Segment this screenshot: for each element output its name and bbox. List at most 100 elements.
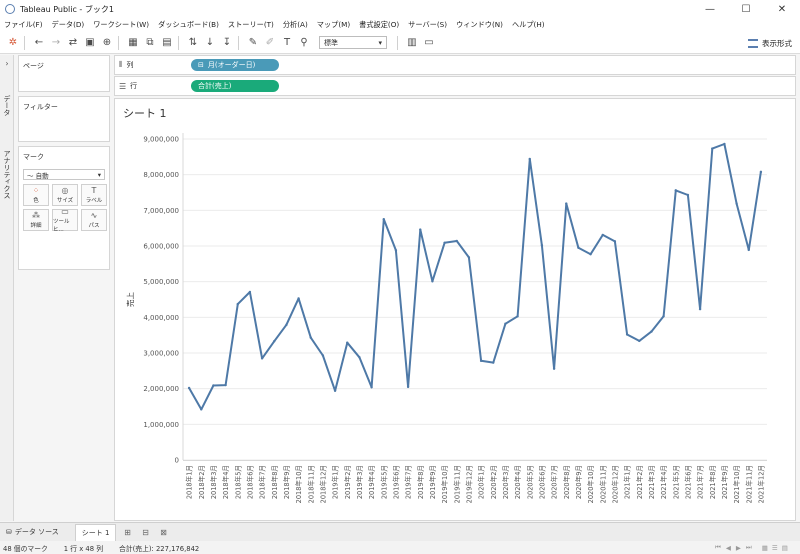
toolbar: ✲ ← → ⇄ ▣ ⊕ ▦ ⧉ ▤ ⇅ ↓ ↧ ✎ ✐ T ⚲ 標準 ▾ ▥ ▭… xyxy=(0,32,800,54)
data-point xyxy=(516,315,519,318)
sort-descending-icon[interactable]: ↧ xyxy=(220,35,234,51)
fix-axes-icon[interactable]: ⚲ xyxy=(297,35,311,51)
marks-label-button[interactable]: T ラベル xyxy=(81,184,107,206)
menu-worksheet[interactable]: ワークシート(W) xyxy=(93,20,149,30)
rows-pill-label: 合計(売上) xyxy=(198,82,232,90)
list-view-icon[interactable]: ☰ xyxy=(772,544,778,552)
menu-format[interactable]: 書式設定(O) xyxy=(359,20,399,30)
x-tick-label: 2018年2月 xyxy=(197,465,206,499)
filters-shelf[interactable]: フィルター xyxy=(18,96,110,142)
y-tick-label: 8,000,000 xyxy=(143,171,179,179)
columns-icon: ⦀ xyxy=(119,60,123,69)
tab-analytics[interactable]: アナリティクス xyxy=(0,150,14,199)
save-icon[interactable]: ▣ xyxy=(83,35,97,51)
menu-file[interactable]: ファイル(F) xyxy=(4,20,43,30)
data-point xyxy=(479,359,483,363)
menu-story[interactable]: ストーリー(T) xyxy=(228,20,274,30)
menu-map[interactable]: マップ(M) xyxy=(317,20,350,30)
first-page-icon[interactable]: ⏮ xyxy=(715,543,721,552)
marks-card: マーク 〜 自動 ▾ ⁘ 色 ◎ サイズ T ラベル ⁂ 詳細 ▭ ツールヒ... ∿ パス xyxy=(18,146,110,270)
data-point xyxy=(346,341,349,344)
redo-icon[interactable]: → xyxy=(49,35,63,51)
group-icon[interactable]: ✐ xyxy=(263,35,277,51)
show-me-button[interactable]: 表示形式 xyxy=(748,35,792,51)
y-axis-title: 売上 xyxy=(125,292,135,307)
clear-sheet-icon[interactable]: ▤ xyxy=(160,35,174,51)
menu-data[interactable]: データ(D) xyxy=(52,20,85,30)
expand-chevron-icon[interactable]: › xyxy=(0,59,14,68)
tab-data[interactable]: データ xyxy=(0,95,14,116)
maximize-button[interactable]: ☐ xyxy=(728,0,764,18)
duplicate-sheet-icon[interactable]: ⧉ xyxy=(143,35,157,51)
line-chart[interactable]: 0 1,000,000 2,000,000 3,000,000 4,000,000 5,0… xyxy=(115,99,797,522)
rows-pill[interactable]: 合計(売上) xyxy=(191,80,279,92)
new-worksheet-tab-icon[interactable]: ⊞ xyxy=(120,525,134,539)
columns-pill-label: 月(オーダー日) xyxy=(207,61,256,69)
tableau-home-icon[interactable]: ✲ xyxy=(6,35,20,51)
pages-shelf[interactable]: ページ xyxy=(18,55,110,92)
tab-sheet-1[interactable]: シート 1 xyxy=(74,523,117,541)
data-point xyxy=(236,302,239,306)
data-point xyxy=(613,240,617,243)
menu-dashboard[interactable]: ダッシュボード(B) xyxy=(158,20,219,30)
new-story-tab-icon[interactable]: ⊠ xyxy=(156,525,170,539)
tab-sheet-1-label: シート 1 xyxy=(81,528,110,537)
new-worksheet-icon[interactable]: ▦ xyxy=(126,35,140,51)
show-cards-icon[interactable]: ▥ xyxy=(405,35,419,51)
last-page-icon[interactable]: ⏭ xyxy=(746,543,752,552)
x-tick-label: 2019年3月 xyxy=(355,465,364,499)
new-datasource-icon[interactable]: ⊕ xyxy=(100,35,114,51)
columns-pill[interactable]: ⊟ 月(オーダー日) xyxy=(191,59,279,71)
next-page-icon[interactable]: ▶ xyxy=(736,544,741,552)
x-tick-label: 2019年5月 xyxy=(379,465,388,499)
menu-analysis[interactable]: 分析(A) xyxy=(283,20,308,30)
x-tick-label: 2019年1月 xyxy=(331,465,340,499)
data-point xyxy=(625,333,629,336)
close-button[interactable]: ✕ xyxy=(764,0,800,18)
tab-datasource[interactable]: ⛁ データ ソース xyxy=(0,524,65,541)
x-tick-label: 2018年8月 xyxy=(270,465,279,499)
tile-view-icon[interactable]: ▤ xyxy=(782,544,788,552)
marks-path-button[interactable]: ∿ パス xyxy=(81,209,107,231)
data-point xyxy=(650,330,653,333)
data-point xyxy=(735,202,738,205)
menu-help[interactable]: ヘルプ(H) xyxy=(512,20,545,30)
tab-data-label: データ xyxy=(3,95,11,116)
new-dashboard-tab-icon[interactable]: ⊟ xyxy=(138,525,152,539)
prev-page-icon[interactable]: ◀ xyxy=(726,544,731,552)
presentation-mode-icon[interactable]: ▭ xyxy=(422,35,436,51)
data-point xyxy=(431,280,434,283)
swap-icon[interactable]: ⇄ xyxy=(66,35,80,51)
columns-shelf[interactable]: ⦀ 列 ⊟ 月(オーダー日) xyxy=(114,55,796,75)
detail-icon: ⁂ xyxy=(32,211,40,220)
x-tick-label: 2019年6月 xyxy=(391,465,400,499)
y-tick-label: 1,000,000 xyxy=(143,421,179,429)
marks-color-button[interactable]: ⁘ 色 xyxy=(23,184,49,206)
show-labels-icon[interactable]: T xyxy=(280,35,294,51)
menu-window[interactable]: ウィンドウ(N) xyxy=(456,20,503,30)
grid-view-icon[interactable]: ▦ xyxy=(762,544,768,552)
status-nav-controls: ⏮ ◀ ▶ ⏭ ▦ ☰ ▤ xyxy=(715,541,788,554)
view-canvas: シート 1 0 1,000,000 2,000,000 3,000,000 4,000,… xyxy=(114,98,796,521)
pages-shelf-title: ページ xyxy=(23,62,44,70)
rows-shelf[interactable]: ☰ 行 合計(売上) xyxy=(114,76,796,96)
x-tick-label: 2021年9月 xyxy=(720,465,729,499)
sort-ascending-icon[interactable]: ↓ xyxy=(203,35,217,51)
data-point xyxy=(370,386,373,389)
chevron-down-icon: ▾ xyxy=(97,170,101,179)
swap-rows-columns-icon[interactable]: ⇅ xyxy=(186,35,200,51)
marks-tooltip-button[interactable]: ▭ ツールヒ... xyxy=(52,207,78,233)
minimize-button[interactable]: — xyxy=(692,0,728,18)
x-tick-label: 2021年7月 xyxy=(696,465,705,499)
data-point xyxy=(747,248,750,252)
mark-type-select[interactable]: 〜 自動 ▾ xyxy=(23,169,105,180)
menu-server[interactable]: サーバー(S) xyxy=(408,20,447,30)
highlight-icon[interactable]: ✎ xyxy=(246,35,260,51)
data-point xyxy=(224,383,227,387)
marks-size-button[interactable]: ◎ サイズ xyxy=(52,184,78,206)
undo-icon[interactable]: ← xyxy=(32,35,46,51)
fit-size-select[interactable]: 標準 ▾ xyxy=(319,36,387,49)
marks-detail-button[interactable]: ⁂ 詳細 xyxy=(23,209,49,231)
x-tick-label: 2021年2月 xyxy=(635,465,644,499)
x-tick-label: 2019年9月 xyxy=(428,465,437,499)
